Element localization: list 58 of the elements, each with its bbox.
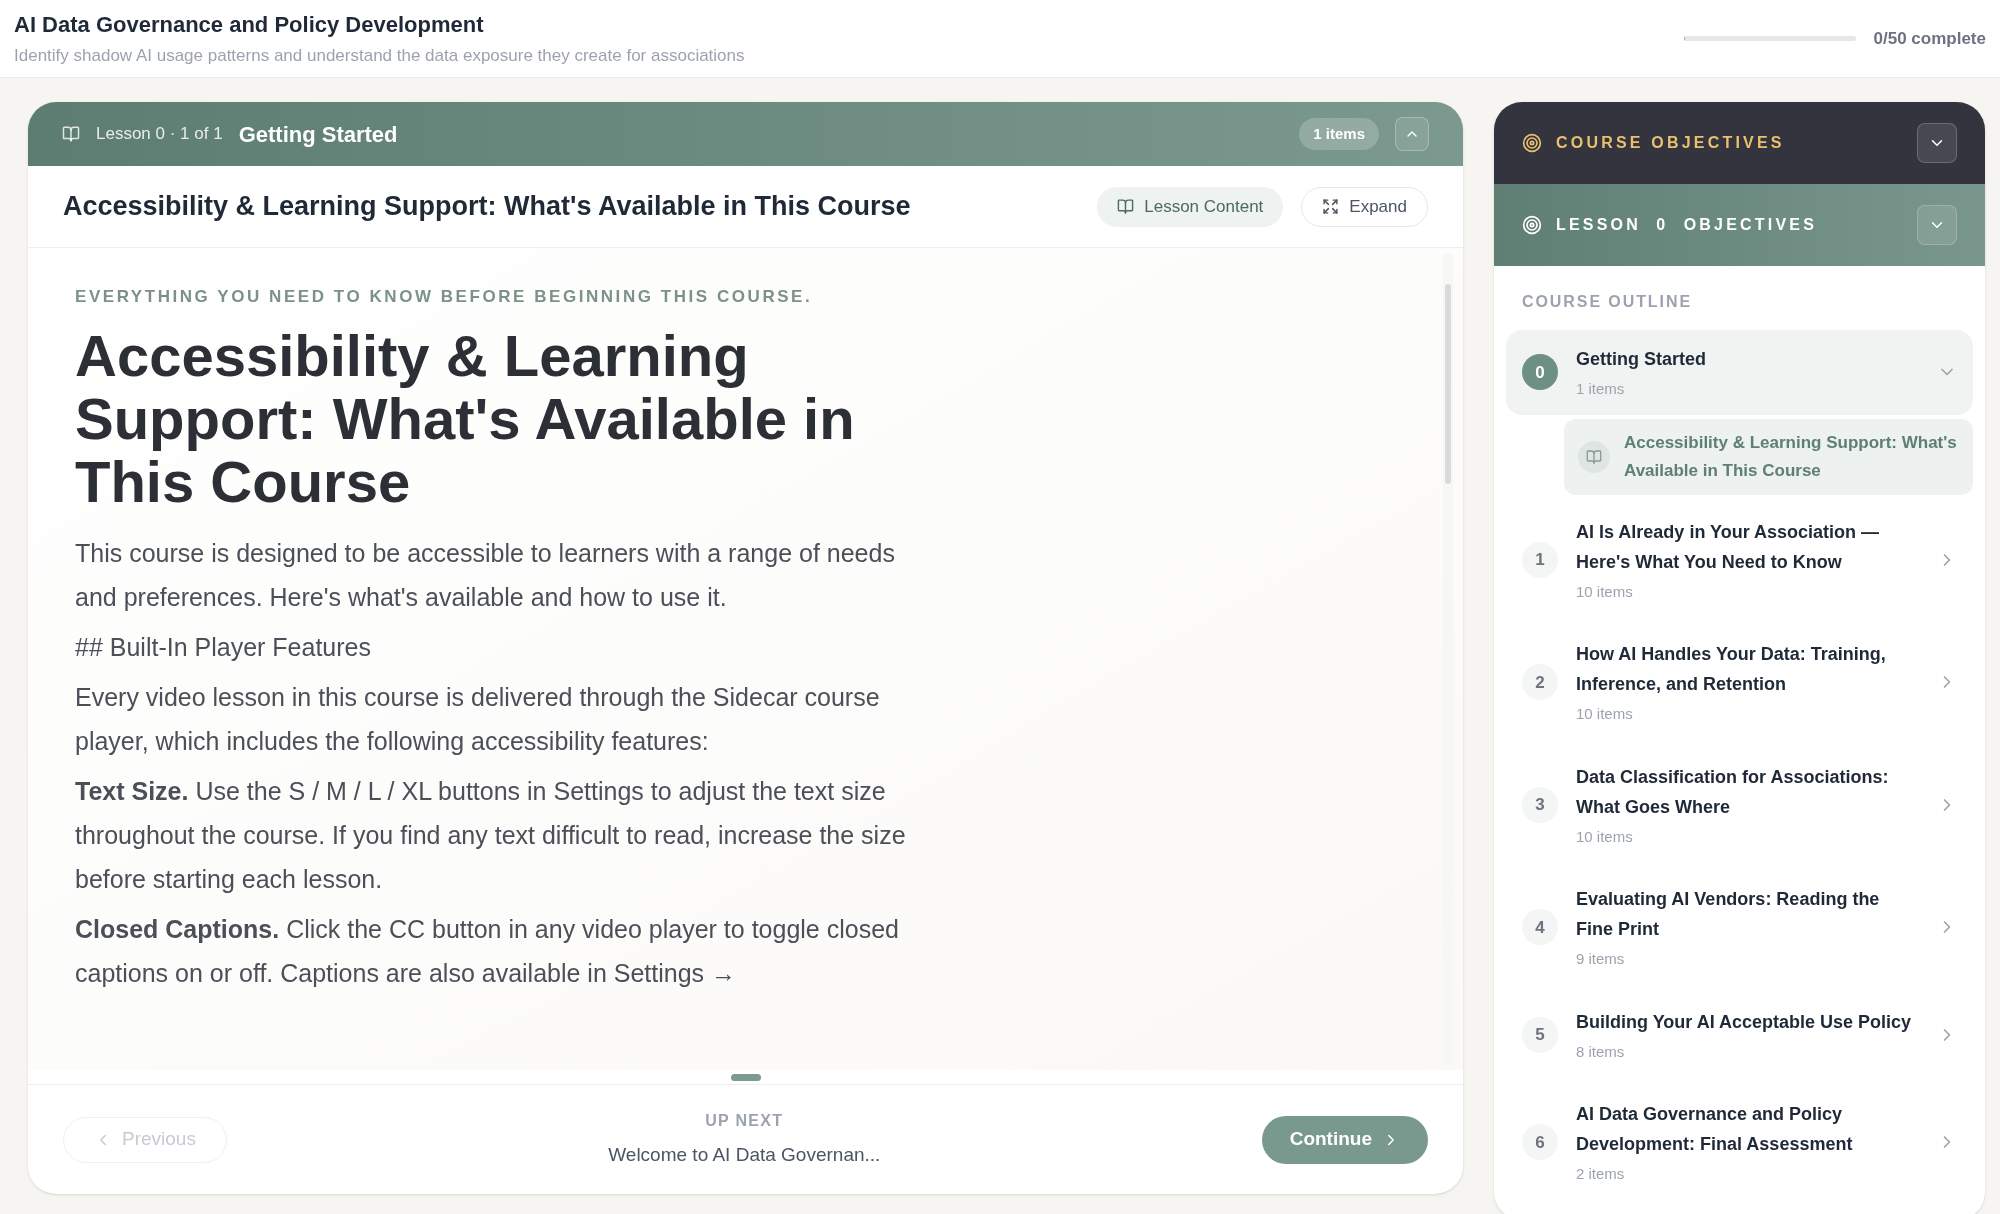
expand-button[interactable]: Expand [1301, 186, 1428, 227]
content-heading: Accessibility & Learning Support: What's Available in This Course [75, 323, 856, 513]
toggle-button[interactable] [1917, 123, 1957, 163]
course-title: AI Data Governance and Policy Development [14, 11, 485, 40]
section-title: Data Classification for Associations: What Goes Where [1576, 765, 1890, 819]
section-title: How AI Handles Your Data: Training, Inference, and Retention [1576, 643, 1887, 696]
lesson-title: Accessibility & Learning Support: What's Available in This Course [63, 190, 911, 224]
book-icon [1117, 198, 1135, 215]
section-number: 2 [1522, 664, 1558, 701]
section-number: 0 [1522, 354, 1558, 391]
item-count: 1 items [1576, 379, 1626, 399]
item-count: 10 items [1576, 704, 1634, 724]
section-title: Evaluating AI Vendors: Reading the Fine Print [1576, 888, 1881, 941]
body-paragraph: Every video lesson in this course is delivered through the Sidecar course player, which includes the following accessibility features: [75, 681, 881, 757]
progress-label: 0/50 complete [1873, 27, 1986, 50]
section-number: 3 [1522, 786, 1558, 823]
item-count: 9 items [1576, 949, 1626, 969]
section-number: 4 [1522, 909, 1558, 946]
up-next-title: Welcome to AI Data Governan... [608, 1143, 881, 1168]
body-paragraph: Closed Captions. Click the CC button in any video player to toggle closed captions on or off. Captions are also available in Settings → [75, 913, 900, 989]
expand-icon [1322, 198, 1340, 215]
objectives-title: LESSON 0 OBJECTIVES [1556, 215, 1818, 235]
lesson-title: Accessibility & Learning Support: What's Available in This Course [1624, 431, 1958, 482]
book-icon [62, 125, 80, 143]
section-title: AI Is Already in Your Association — Here's What You Need to Know [1576, 520, 1881, 574]
drag-handle[interactable] [730, 1073, 761, 1081]
book-icon [1578, 440, 1610, 473]
section-title: Getting Started [238, 120, 398, 149]
outline-lesson[interactable]: Accessibility & Learning Support: What's Available in This Course [1564, 418, 1973, 495]
section-title: AI Data Governance and Policy Development: Final Assessment [1576, 1103, 1854, 1156]
outline-heading: COURSE OUTLINE [1521, 292, 1693, 312]
section-number: 1 [1522, 541, 1558, 578]
up-next-label: UP NEXT [705, 1111, 784, 1132]
content-button[interactable]: Lesson Content [1097, 186, 1284, 227]
eyebrow-text: EVERYTHING YOU NEED TO KNOW BEFORE BEGINNING THIS COURSE. [75, 286, 814, 308]
course-subtitle: Identify shadow AI usage patterns and understand the data exposure they create for associations [14, 45, 745, 68]
objectives-bar[interactable]: COURSE OBJECTIVES [1494, 102, 1985, 184]
item-count: 8 items [1576, 1041, 1626, 1062]
section-number: 6 [1522, 1124, 1558, 1161]
section-title: Building Your AI Acceptable Use Policy [1576, 1010, 1913, 1034]
item-count: 10 items [1576, 826, 1634, 847]
items-badge: 1 items [1299, 117, 1379, 151]
outline-section[interactable]: 0 Getting Started 1 items [1506, 330, 1973, 415]
objectives-bar[interactable]: LESSON 0 OBJECTIVES [1494, 184, 1985, 266]
body-paragraph: ## Built-In Player Features [75, 631, 372, 663]
lesson-label: Lesson 0 · 1 of 1 [96, 123, 223, 146]
target-icon [1522, 133, 1542, 153]
item-count: 2 items [1576, 1164, 1626, 1184]
toggle-button[interactable] [1917, 205, 1957, 245]
objectives-title: COURSE OBJECTIVES [1556, 133, 1785, 153]
scrollbar-thumb[interactable] [1445, 284, 1451, 484]
target-icon [1522, 215, 1542, 235]
item-count: 10 items [1576, 581, 1634, 602]
section-number: 5 [1522, 1016, 1558, 1053]
body-paragraph: This course is designed to be accessible to learners with a range of needs and preferences. Here's what's available and how to use it. [75, 537, 896, 613]
section-title: Getting Started [1576, 348, 1707, 371]
body-paragraph: Text Size. Use the S / M / L / XL buttons in Settings to adjust the text size throughout the course. If you find any text difficult to read, increase the size before starting each lesson. [75, 775, 907, 895]
collapse-button[interactable] [1395, 117, 1429, 151]
